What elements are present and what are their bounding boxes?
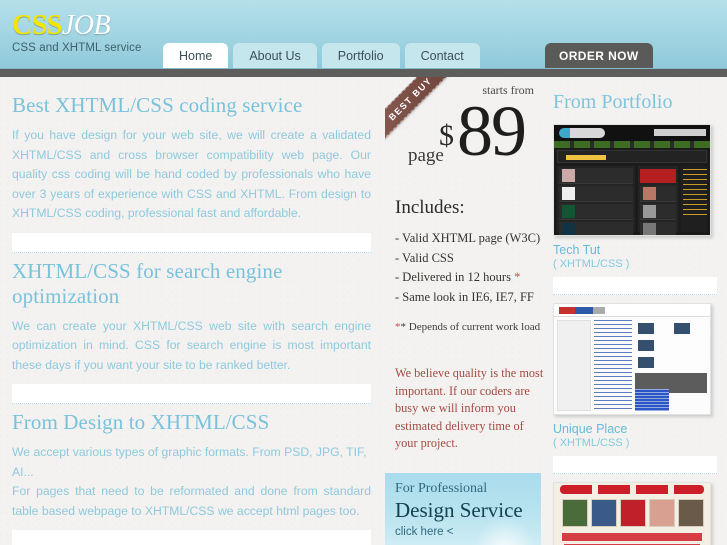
banner-line-1: For Professional — [395, 481, 488, 496]
section-divider — [12, 384, 371, 404]
portfolio-item-title[interactable]: Tech Tut — [553, 243, 717, 257]
heading-from-portfolio: From Portfolio — [553, 91, 673, 113]
heading-from-design: From Design to XHTML/CSS — [12, 410, 270, 434]
unique-place-screenshot-thumbnail[interactable] — [553, 303, 711, 415]
footnote-text: * Depends of current work load — [400, 321, 541, 333]
thumbnail-art — [554, 304, 710, 414]
portfolio-item-title[interactable]: Unique Place — [553, 422, 717, 436]
main-navigation: Home About Us Portfolio Contact — [163, 43, 485, 69]
portfolio-item-subtitle: ( XHTML/CSS ) — [553, 258, 630, 270]
thumbnail-art — [554, 125, 710, 235]
list-item: - Same look in IE6, IE7, FF — [395, 289, 534, 304]
portfolio-item-unique-place: Unique Place ( XHTML/CSS ) — [551, 303, 717, 449]
tab-contact[interactable]: Contact — [404, 43, 480, 69]
thumbnail-art — [554, 483, 710, 545]
header-dark-bar — [0, 69, 727, 77]
logo-tagline: CSS and XHTML service — [12, 42, 142, 54]
heading-seo: XHTML/CSS for search engine optimization — [12, 258, 283, 308]
logo-wordmark: CSSJOB — [12, 12, 142, 40]
list-item-text: - Delivered in 12 hours — [395, 270, 511, 284]
portfolio-item-dating — [551, 482, 717, 545]
section-divider — [12, 232, 371, 253]
design-service-banner[interactable]: For Professional Design Service click he… — [385, 473, 541, 545]
list-item: - Delivered in 12 hours * — [395, 268, 545, 288]
tech-tut-screenshot-thumbnail[interactable] — [553, 124, 711, 236]
portfolio-column: From Portfolio Tech Tut (XHTML/CSS) Un… — [549, 77, 727, 545]
left-column: Best XHTML/CSS coding service If you hav… — [0, 77, 383, 545]
banner-cta-link[interactable]: click here < — [395, 526, 453, 538]
list-item: - Valid XHTML page (W3C) — [395, 231, 541, 245]
tab-portfolio[interactable]: Portfolio — [321, 43, 400, 69]
tab-about-us[interactable]: About Us — [233, 43, 317, 69]
footnote-work-load: ** Depends of current work load — [395, 321, 540, 333]
paragraph-from-design-1: We accept various types of graphic forma… — [12, 445, 367, 479]
heading-coding-service: Best XHTML/CSS coding service — [12, 93, 303, 117]
tab-home[interactable]: Home — [163, 43, 229, 69]
site-header: CSSJOB CSS and XHTML service Home About … — [0, 0, 727, 69]
portfolio-divider — [553, 277, 717, 295]
banner-line-2: Design Service — [395, 498, 523, 522]
dating-site-screenshot-thumbnail[interactable] — [553, 482, 711, 545]
portfolio-item-subtitle: ( XHTML/CSS ) — [553, 437, 630, 449]
quality-note: We believe quality is the most important… — [395, 366, 544, 450]
logo-job-text: JOB — [61, 10, 111, 41]
list-item: - Valid CSS — [395, 250, 454, 265]
asterisk-marker: * — [510, 270, 521, 284]
site-logo[interactable]: CSSJOB CSS and XHTML service — [12, 12, 142, 55]
order-now-button[interactable]: ORDER NOW — [545, 43, 653, 69]
includes-heading: Includes: — [395, 197, 465, 218]
content-area: Best XHTML/CSS coding service If you hav… — [0, 77, 727, 545]
portfolio-item-tech-tut: Tech Tut ( XHTML/CSS ) — [551, 124, 717, 270]
page-root: CSSJOB CSS and XHTML service Home About … — [0, 0, 727, 545]
paragraph-from-design-2: For pages that need to be reformated and… — [12, 484, 371, 518]
logo-css-text: CSS — [12, 10, 62, 41]
price-amount: 89 — [457, 91, 527, 171]
includes-list: - Valid XHTML page (W3C) - Valid CSS - D… — [395, 229, 545, 307]
price-block: page $ 89 — [385, 95, 548, 179]
paragraph-coding-service: If you have design for your web site, we… — [12, 128, 371, 220]
section-divider — [12, 530, 371, 545]
currency-symbol: $ — [439, 119, 454, 152]
portfolio-divider — [553, 456, 717, 474]
pricing-column: BEST BUY starts from page $ 89 Includes:… — [385, 77, 548, 545]
paragraph-seo: We can create your XHTML/CSS web site wi… — [12, 318, 371, 372]
